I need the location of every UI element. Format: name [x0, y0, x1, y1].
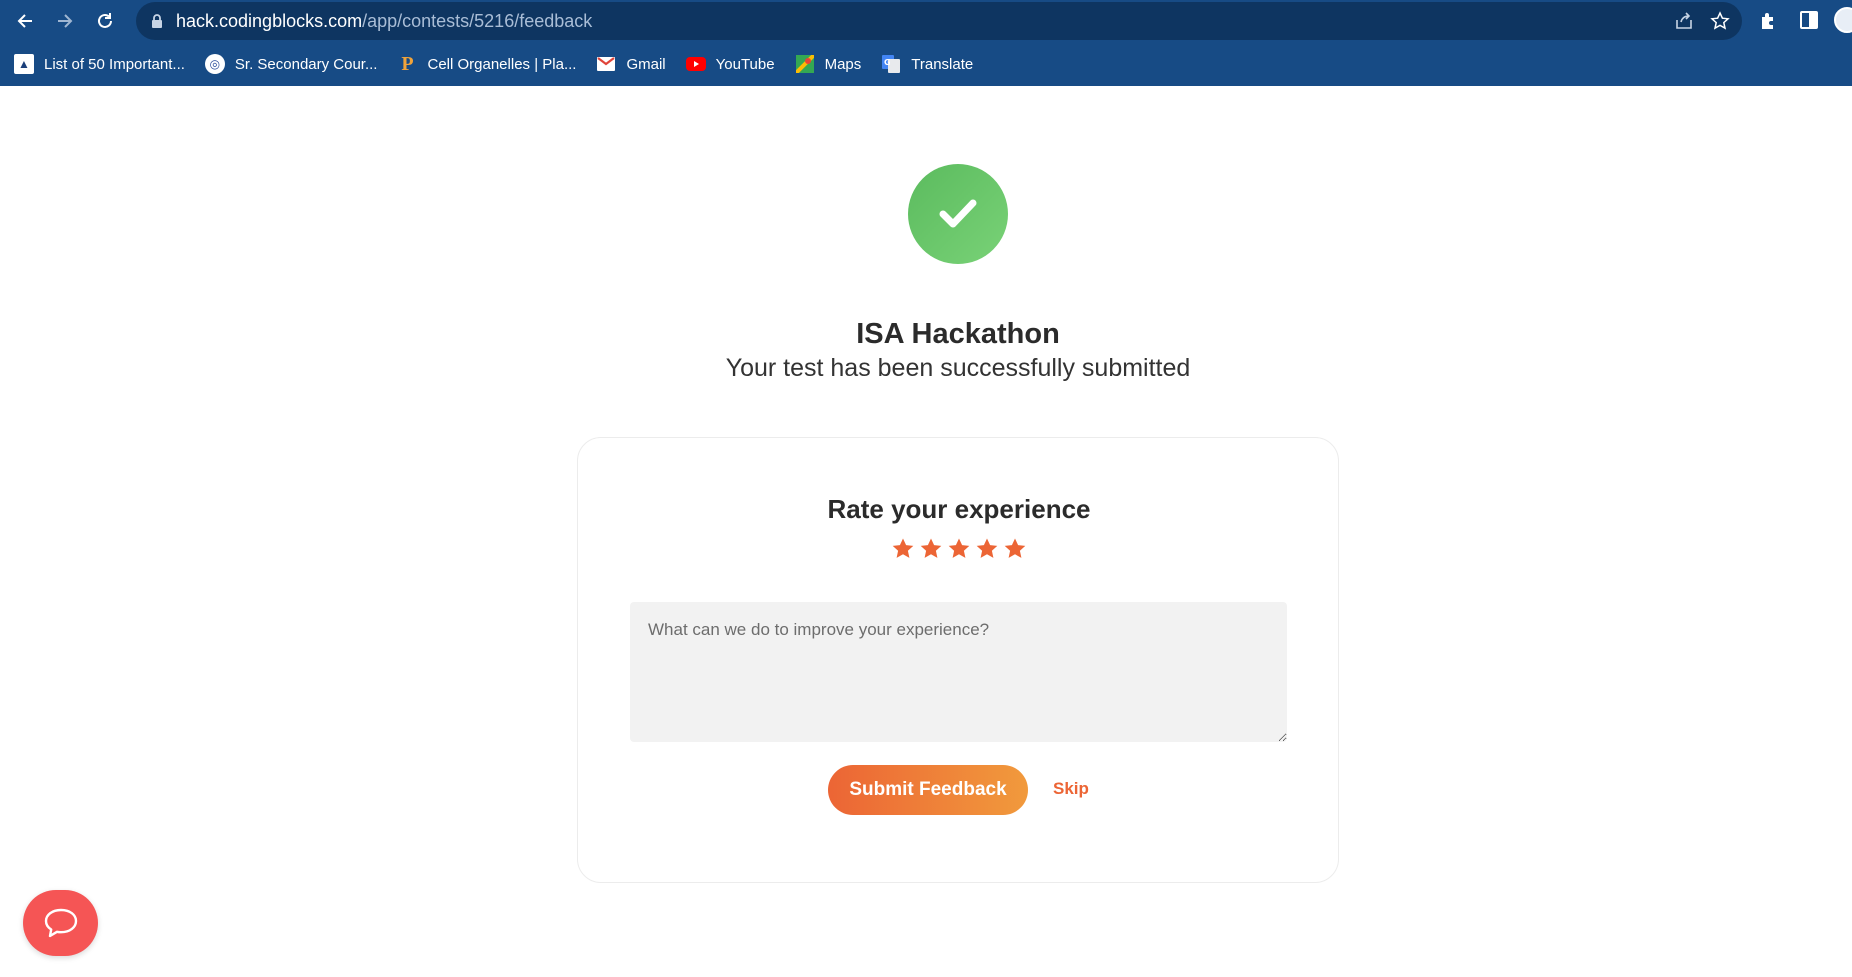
letter-p-icon: P [401, 52, 414, 75]
profile-avatar[interactable] [1834, 7, 1852, 33]
bookmark-label: List of 50 Important... [44, 55, 185, 73]
forward-button[interactable] [48, 4, 82, 38]
gmail-icon [596, 54, 616, 74]
feedback-textarea[interactable] [630, 602, 1287, 742]
bookmark-item[interactable]: P Cell Organelles | Pla... [397, 52, 577, 75]
back-arrow-icon [17, 14, 32, 28]
skip-link[interactable]: Skip [1053, 779, 1089, 799]
bookmark-item[interactable]: YouTube [685, 54, 775, 74]
bookmark-label: YouTube [715, 55, 775, 73]
address-bar[interactable]: hack.codingblocks.com/app/contests/5216/… [136, 2, 1742, 40]
bookmark-label: Cell Organelles | Pla... [427, 55, 577, 73]
page-content: ISA Hackathon Your test has been success… [0, 86, 1852, 977]
share-icon[interactable] [1674, 11, 1694, 31]
bookmark-item[interactable]: G Translate [881, 54, 973, 74]
contest-title: ISA Hackathon [856, 318, 1060, 350]
lock-icon [152, 14, 162, 28]
star-icon[interactable] [1003, 537, 1027, 561]
success-badge [908, 164, 1008, 264]
bookmark-item[interactable]: Gmail [596, 54, 666, 74]
url-path: /app/contests/5216/feedback [362, 10, 593, 31]
feedback-card: Rate your experience Submit Feedback Ski… [577, 437, 1339, 883]
bookmark-label: Translate [911, 55, 974, 73]
side-panel-icon[interactable] [1798, 9, 1820, 31]
bookmark-item[interactable]: ◎ Sr. Secondary Cour... [204, 54, 378, 74]
svg-text:G: G [884, 58, 891, 67]
star-icon[interactable] [975, 537, 999, 561]
browser-toolbar: hack.codingblocks.com/app/contests/5216/… [0, 0, 1852, 42]
submit-feedback-button[interactable]: Submit Feedback [828, 765, 1028, 815]
forward-arrow-icon [58, 14, 73, 28]
star-icon[interactable] [919, 537, 943, 561]
bookmark-star-icon[interactable] [1710, 11, 1730, 31]
submission-status-message: Your test has been successfully submitte… [725, 354, 1191, 382]
bookmark-site-icon: ▲ [14, 54, 34, 74]
bookmark-label: Maps [824, 55, 862, 73]
back-button[interactable] [8, 4, 42, 38]
bookmark-item[interactable]: Maps [795, 54, 862, 74]
bookmark-site-icon: ◎ [204, 54, 225, 74]
translate-icon: G [881, 54, 901, 74]
youtube-icon [685, 54, 706, 74]
reload-icon [98, 13, 112, 28]
url-host: hack.codingblocks.com [176, 10, 363, 31]
extensions-puzzle-icon[interactable] [1758, 9, 1780, 31]
reload-button[interactable] [88, 4, 122, 38]
url-text: hack.codingblocks.com/app/contests/5216/… [176, 11, 592, 32]
star-icon[interactable] [891, 537, 915, 561]
star-rating[interactable] [578, 537, 1340, 561]
bookmark-label: Gmail [626, 55, 666, 73]
bookmark-label: Sr. Secondary Cour... [234, 55, 378, 73]
chat-support-button[interactable] [23, 890, 98, 956]
chat-bubble-icon [44, 908, 77, 938]
checkmark-icon [939, 199, 977, 228]
rating-heading: Rate your experience [827, 494, 1091, 524]
star-icon[interactable] [947, 537, 971, 561]
maps-icon [795, 54, 815, 74]
bookmarks-bar: ▲ List of 50 Important... ◎ Sr. Secondar… [0, 42, 1852, 86]
bookmark-item[interactable]: ▲ List of 50 Important... [14, 54, 185, 74]
